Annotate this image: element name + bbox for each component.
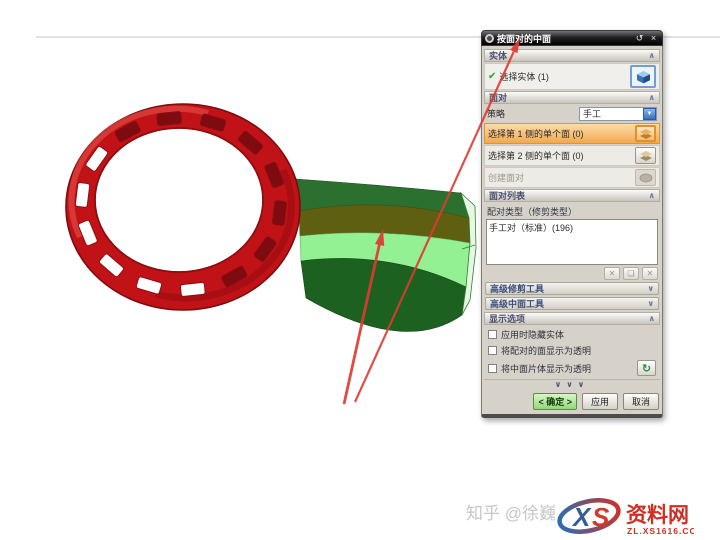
dialog-title: 按面对的中面 [497,32,631,45]
midsurface-dialog: 按面对的中面 ↺ × 实体 ∧ ✔ 选择实体 (1) [481,30,663,418]
section-header-solid[interactable]: 实体 ∧ [484,49,660,62]
dialog-buttons: < 确定 > 应用 取消 [484,389,660,414]
advanced-midsurface-label: 高级中面工具 [490,297,544,310]
face-pair-icon [639,128,653,140]
remove-all-icon[interactable]: ✕ [642,267,658,280]
red-ring-model[interactable] [66,104,300,310]
paired-faces-label: 将配对的面显示为透明 [501,344,591,357]
dialog-titlebar[interactable]: 按面对的中面 ↺ × [481,30,663,46]
logo-letter-s: S [592,502,610,532]
expand-icon: ∨ [555,380,567,389]
collapse-icon[interactable]: ∧ [649,51,656,60]
midsurface-translucent-row[interactable]: 将中面片体显示为透明 ↻ [488,360,656,376]
create-pair-row: 创建面对 [484,167,660,188]
expand-icon[interactable]: ∨ [648,299,655,308]
select-solid-row[interactable]: ✔ 选择实体 (1) [484,63,660,90]
hide-solid-label: 应用时隐藏实体 [501,328,564,341]
cancel-button[interactable]: 取消 [623,393,659,410]
select-side2-row[interactable]: 选择第 2 侧的单个面 (0) [484,145,660,166]
solid-select-button[interactable] [630,65,656,88]
midsurface-translucent-label: 将中面片体显示为透明 [501,362,591,375]
watermark: 知乎 @徐巍 X S 资料网 ZL.XS1616.COM [466,492,694,538]
more-options-expander[interactable]: ∨∨∨ [484,379,660,389]
select-side1-row[interactable]: 选择第 1 侧的单个面 (0) [484,123,660,144]
expand-icon: ∨ [578,380,590,389]
ok-button[interactable]: < 确定 > [533,393,577,410]
refresh-icon: ↻ [642,362,651,375]
section-facepair-label: 面对 [489,91,507,104]
section-header-facepair[interactable]: 面对 ∧ [484,91,660,104]
pair-blob-icon [639,173,653,183]
check-icon: ✔ [488,71,496,82]
logo-letter-x: X [571,502,592,532]
select-solid-label: 选择实体 (1) [499,70,549,83]
strategy-dropdown[interactable]: 手工 ▼ [579,107,657,121]
create-pair-label: 创建面对 [488,171,524,184]
strategy-label: 策略 [487,107,505,120]
expand-icon[interactable]: ∨ [648,284,655,293]
logo-site-url: ZL.XS1616.COM [627,526,694,536]
collapse-icon[interactable]: ∧ [649,191,656,200]
advanced-trim-group[interactable]: 高级修剪工具 ∨ [485,282,659,295]
select-side2-label: 选择第 2 侧的单个面 (0) [488,149,584,162]
dropdown-arrow-icon[interactable]: ▼ [643,108,656,120]
collapse-icon[interactable]: ∧ [649,314,656,323]
section-display-label: 显示选项 [489,312,525,325]
section-header-display[interactable]: 显示选项 ∧ [484,312,660,325]
face-pair-icon [639,150,653,162]
green-wedge-model[interactable] [296,179,476,331]
paired-faces-translucent-row[interactable]: 将配对的面显示为透明 [488,344,656,357]
create-pair-button [635,169,656,186]
apply-button[interactable]: 应用 [582,393,618,410]
checkbox-icon[interactable] [488,364,497,373]
hide-solid-checkbox-row[interactable]: 应用时隐藏实体 [488,328,656,341]
pair-type-label: 配对类型（修剪类型） [487,205,657,218]
section-pairlist-label: 面对列表 [489,189,525,202]
logo-site-name: 资料网 [626,504,689,527]
expand-icon: ∨ [566,380,578,389]
dialog-menu-icon[interactable] [485,34,494,43]
select-side1-label: 选择第 1 侧的单个面 (0) [488,127,584,140]
delete-pair-icon[interactable]: ✕ [604,267,620,280]
section-solid-label: 实体 [489,49,507,62]
collapse-icon[interactable]: ∧ [649,93,656,102]
side1-face-button[interactable] [635,125,656,142]
dialog-body: 实体 ∧ ✔ 选择实体 (1) 面对 ∧ 策略 [481,46,663,418]
cube-icon [636,70,651,84]
advanced-midsurface-group[interactable]: 高级中面工具 ∨ [485,297,659,310]
checkbox-icon[interactable] [488,330,497,339]
pair-list-item[interactable]: 手工对（标准）(196) [489,221,655,234]
refresh-display-button[interactable]: ↻ [637,360,656,376]
pair-list-actions: ✕ ❏ ✕ [484,267,658,280]
site-logo: X S 资料网 ZL.XS1616.COM [556,492,694,538]
side2-face-button[interactable] [635,147,656,164]
copy-pair-icon[interactable]: ❏ [623,267,639,280]
section-header-pairlist[interactable]: 面对列表 ∧ [484,189,660,202]
app-window: 按面对的中面 ↺ × 实体 ∧ ✔ 选择实体 (1) [0,0,720,540]
advanced-trim-label: 高级修剪工具 [490,282,544,295]
close-icon[interactable]: × [648,33,659,43]
reset-icon[interactable]: ↺ [634,33,645,44]
strategy-value: 手工 [583,107,643,120]
watermark-text: 知乎 @徐巍 [466,492,556,524]
pair-list[interactable]: 手工对（标准）(196) [486,219,658,265]
strategy-row: 策略 手工 ▼ [484,105,660,122]
checkbox-icon[interactable] [488,346,497,355]
